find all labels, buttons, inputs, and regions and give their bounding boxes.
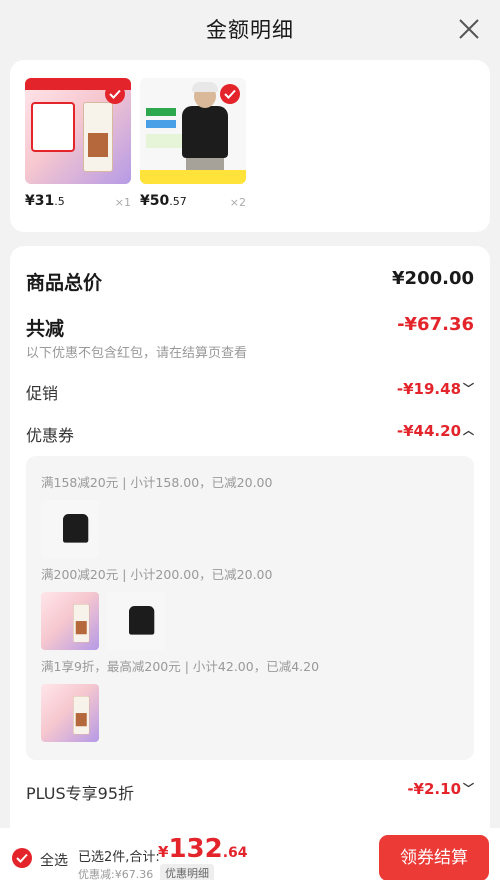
coupon-value: -¥44.20 ︿	[396, 422, 474, 440]
coupon-label: 优惠券	[26, 426, 75, 445]
saved-amount: 优惠减:¥67.36	[78, 868, 154, 880]
coupon-row[interactable]: 优惠券 -¥44.20 ︿	[26, 422, 474, 446]
price-detail: 商品总价 ¥200.00 共减 -¥67.36 以下优惠不包含红包，请在结算页查…	[10, 246, 490, 880]
coupon-product-image	[41, 684, 99, 742]
page-title: 金额明细	[206, 18, 294, 42]
reduce-label: 共减	[26, 318, 65, 340]
product-price: ¥50.57	[140, 193, 187, 209]
product-image	[25, 78, 131, 184]
total-value: ¥200.00	[392, 268, 474, 289]
coupon-line: 满1享9折，最高减200元 | 小计42.00，已减4.20	[41, 659, 320, 674]
select-all-label[interactable]: 全选	[40, 850, 68, 870]
product-price: ¥31.5	[25, 193, 65, 209]
checkout-button[interactable]: 领券结算	[379, 835, 489, 880]
product-item[interactable]: ¥31.5 ×1	[25, 78, 131, 209]
chevron-up-icon: ︿	[463, 424, 474, 437]
promo-label: 促销	[26, 384, 59, 403]
promo-row[interactable]: 促销 -¥19.48 ﹀	[26, 380, 474, 404]
coupon-line: 满158减20元 | 小计158.00，已减20.00	[41, 475, 273, 490]
total-amount: ¥132.64	[158, 834, 248, 864]
chevron-down-icon: ﹀	[463, 782, 474, 795]
coupon-product-image	[41, 500, 99, 558]
coupon-breakdown: 满158减20元 | 小计158.00，已减20.00 满200减20元 | 小…	[26, 456, 474, 760]
coupon-product-image	[41, 592, 99, 650]
product-qty: ×2	[229, 196, 246, 209]
select-all-check-icon[interactable]	[12, 848, 32, 868]
header: 金额明细	[0, 0, 500, 58]
selected-count: 已选2件,合计:	[78, 850, 160, 865]
coupon-line: 满200减20元 | 小计200.00，已减20.00	[41, 567, 273, 582]
product-list: ¥31.5 ×1 ¥50.57 ×2	[10, 60, 490, 232]
close-icon[interactable]	[458, 18, 480, 40]
reduce-value: -¥67.36	[397, 314, 474, 335]
reduce-row: 共减 -¥67.36	[26, 314, 474, 340]
discount-detail-link[interactable]: 优惠明细	[160, 864, 214, 880]
promo-value: -¥19.48 ﹀	[396, 380, 474, 398]
product-item[interactable]: ¥50.57 ×2	[140, 78, 246, 209]
product-image	[140, 78, 246, 184]
chevron-down-icon: ﹀	[463, 382, 474, 395]
plus-label: PLUS专享95折	[26, 784, 134, 803]
checkout-bar: 全选 已选2件,合计: ¥132.64 优惠减:¥67.36 优惠明细 领券结算	[0, 828, 500, 880]
product-check-icon[interactable]	[220, 84, 240, 104]
plus-value: -¥2.10 ﹀	[407, 780, 474, 798]
product-check-icon[interactable]	[105, 84, 125, 104]
total-row: 商品总价 ¥200.00	[26, 268, 474, 294]
plus-row[interactable]: PLUS专享95折 -¥2.10 ﹀	[26, 780, 474, 804]
total-label: 商品总价	[26, 272, 103, 294]
coupon-product-image	[107, 592, 165, 650]
product-qty: ×1	[114, 196, 131, 209]
discount-note: 以下优惠不包含红包，请在结算页查看	[26, 346, 248, 361]
